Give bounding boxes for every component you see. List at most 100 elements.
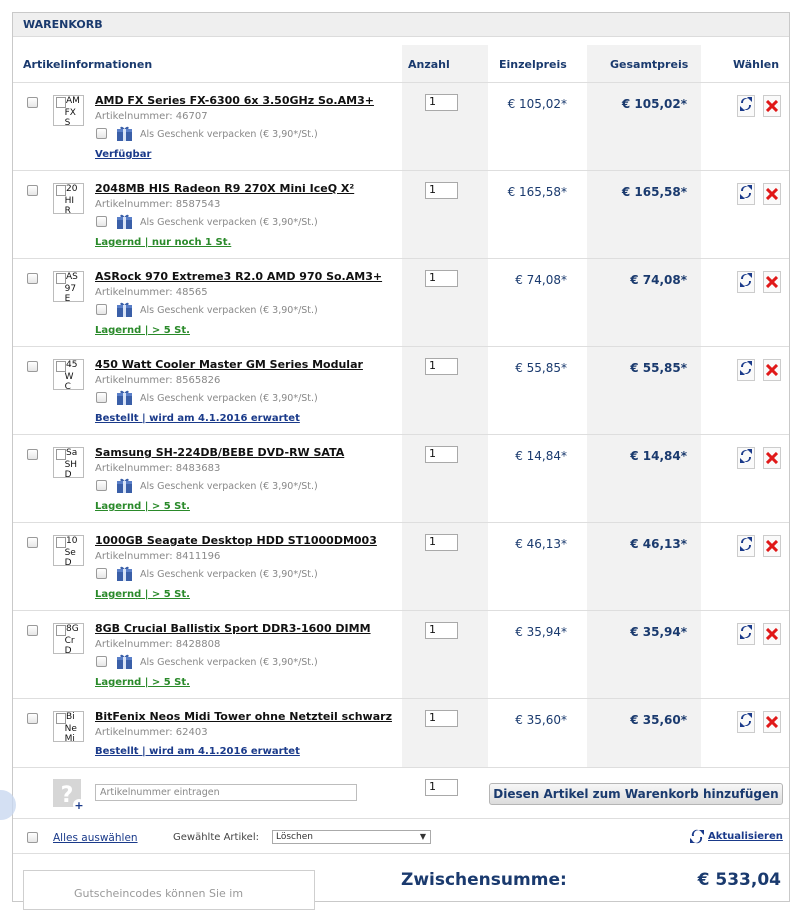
chevron-down-icon: ▼: [419, 832, 426, 841]
item-checkbox[interactable]: [27, 625, 38, 636]
thumb-alt-2: Se: [64, 548, 76, 558]
article-number: Artikelnummer: 46707: [95, 111, 208, 122]
gift-wrap-checkbox[interactable]: [96, 656, 107, 667]
stock-status-link[interactable]: Lagernd | > 5 St.: [95, 677, 190, 688]
thumb-alt-1: Bi: [66, 712, 75, 722]
product-title-link[interactable]: ASRock 970 Extreme3 R2.0 AMD 970 So.AM3+: [95, 270, 382, 283]
cart-title: WARENKORB: [13, 13, 789, 37]
total-price: € 46,13*: [630, 537, 687, 551]
product-thumbnail[interactable]: Sa SH D: [53, 447, 84, 478]
stock-status-link[interactable]: Lagernd | nur noch 1 St.: [95, 237, 231, 248]
thumb-alt-1: Sa: [66, 448, 78, 458]
quantity-input[interactable]: 1: [425, 358, 458, 375]
update-item-button[interactable]: [737, 623, 755, 645]
product-thumbnail[interactable]: 8G Cr D: [53, 623, 84, 654]
update-item-button[interactable]: [737, 359, 755, 381]
refresh-icon[interactable]: [689, 828, 705, 849]
delete-item-button[interactable]: [763, 711, 781, 733]
refresh-icon: [739, 184, 753, 204]
stock-status-link[interactable]: Bestellt | wird am 4.1.2016 erwartet: [95, 746, 300, 757]
gift-wrap-checkbox[interactable]: [96, 568, 107, 579]
select-all-link[interactable]: Alles auswählen: [53, 832, 138, 844]
gift-wrap-label: Als Geschenk verpacken (€ 3,90*/St.): [140, 305, 318, 316]
update-item-button[interactable]: [737, 711, 755, 733]
stock-status-link[interactable]: Bestellt | wird am 4.1.2016 erwartet: [95, 413, 300, 424]
product-thumbnail[interactable]: 20 HI R: [53, 183, 84, 214]
delete-item-button[interactable]: [763, 359, 781, 381]
thumb-alt-1: AS: [66, 272, 78, 282]
add-qty-input[interactable]: 1: [425, 779, 458, 796]
quantity-input[interactable]: 1: [425, 94, 458, 111]
delete-item-button[interactable]: [763, 271, 781, 293]
gift-wrap-label: Als Geschenk verpacken (€ 3,90*/St.): [140, 129, 318, 140]
product-title-link[interactable]: 450 Watt Cooler Master GM Series Modular: [95, 358, 363, 371]
gift-wrap-checkbox[interactable]: [96, 304, 107, 315]
product-title-link[interactable]: 2048MB HIS Radeon R9 270X Mini IceQ X²: [95, 182, 354, 195]
stock-status-link[interactable]: Lagernd | > 5 St.: [95, 325, 190, 336]
quantity-input[interactable]: 1: [425, 182, 458, 199]
product-thumbnail[interactable]: Bi Ne Mi: [53, 711, 84, 742]
quantity-input[interactable]: 1: [425, 270, 458, 287]
update-item-button[interactable]: [737, 183, 755, 205]
delete-item-button[interactable]: [763, 535, 781, 557]
refresh-link[interactable]: Aktualisieren: [708, 831, 783, 842]
gift-wrap-checkbox[interactable]: [96, 128, 107, 139]
item-checkbox[interactable]: [27, 273, 38, 284]
update-item-button[interactable]: [737, 535, 755, 557]
action-select[interactable]: Löschen ▼: [272, 830, 431, 844]
item-checkbox[interactable]: [27, 713, 38, 724]
summary-row: Gutscheincodes können Sie im Zwischensum…: [13, 853, 789, 910]
gift-wrap-checkbox[interactable]: [96, 480, 107, 491]
product-title-link[interactable]: 8GB Crucial Ballistix Sport DDR3-1600 DI…: [95, 622, 371, 635]
quantity-input[interactable]: 1: [425, 710, 458, 727]
article-number-input[interactable]: Artikelnummer eintragen: [95, 784, 357, 801]
add-to-cart-button[interactable]: Diesen Artikel zum Warenkorb hinzufügen: [489, 783, 783, 805]
total-price: € 55,85*: [630, 361, 687, 375]
delete-item-button[interactable]: [763, 95, 781, 117]
delete-item-button[interactable]: [763, 183, 781, 205]
header-qty: Anzahl: [408, 58, 450, 71]
cart-item-row: 45 W C 450 Watt Cooler Master GM Series M…: [13, 346, 789, 435]
product-title-link[interactable]: Samsung SH-224DB/BEBE DVD-RW SATA: [95, 446, 344, 459]
item-checkbox[interactable]: [27, 361, 38, 372]
gift-box-icon: [116, 565, 133, 581]
item-checkbox[interactable]: [27, 97, 38, 108]
delete-item-button[interactable]: [763, 623, 781, 645]
thumb-alt-3: D: [64, 470, 72, 478]
update-item-button[interactable]: [737, 447, 755, 469]
total-price: € 165,58*: [621, 185, 687, 199]
delete-item-button[interactable]: [763, 447, 781, 469]
thumb-alt-3: D: [64, 646, 72, 654]
quantity-input[interactable]: 1: [425, 534, 458, 551]
product-thumbnail[interactable]: AM FX S: [53, 95, 84, 126]
product-title-link[interactable]: BitFenix Neos Midi Tower ohne Netzteil s…: [95, 710, 392, 723]
gift-wrap-checkbox[interactable]: [96, 392, 107, 403]
item-checkbox[interactable]: [27, 449, 38, 460]
gift-wrap-label: Als Geschenk verpacken (€ 3,90*/St.): [140, 393, 318, 404]
stock-status-link[interactable]: Lagernd | > 5 St.: [95, 501, 190, 512]
coupon-text: Gutscheincodes können Sie im: [74, 887, 244, 900]
product-thumbnail[interactable]: 10 Se D: [53, 535, 84, 566]
update-item-button[interactable]: [737, 95, 755, 117]
thumb-alt-2: Cr: [64, 636, 75, 646]
cart-panel: WARENKORB Artikelinformationen Anzahl Ei…: [12, 12, 790, 910]
item-checkbox[interactable]: [27, 185, 38, 196]
select-all-checkbox[interactable]: [27, 832, 38, 843]
update-item-button[interactable]: [737, 271, 755, 293]
selection-row: Alles auswählen Gewählte Artikel: Lösche…: [13, 818, 789, 853]
gift-wrap-checkbox[interactable]: [96, 216, 107, 227]
quantity-input[interactable]: 1: [425, 622, 458, 639]
item-checkbox[interactable]: [27, 537, 38, 548]
product-title-link[interactable]: AMD FX Series FX-6300 6x 3.50GHz So.AM3+: [95, 94, 374, 107]
svg-text:+: +: [74, 799, 83, 811]
product-thumbnail[interactable]: 45 W C: [53, 359, 84, 390]
quantity-input[interactable]: 1: [425, 446, 458, 463]
stock-status-link[interactable]: Lagernd | > 5 St.: [95, 589, 190, 600]
thumb-alt-2: HI: [64, 196, 75, 206]
product-title-link[interactable]: 1000GB Seagate Desktop HDD ST1000DM003: [95, 534, 377, 547]
broken-image-icon: [56, 625, 66, 636]
product-thumbnail[interactable]: AS 97 E: [53, 271, 84, 302]
gift-box-icon: [116, 301, 133, 317]
add-article-row: ? + Artikelnummer eintragen 1 Diesen Art…: [13, 767, 789, 818]
stock-status-link[interactable]: Verfügbar: [95, 149, 151, 160]
